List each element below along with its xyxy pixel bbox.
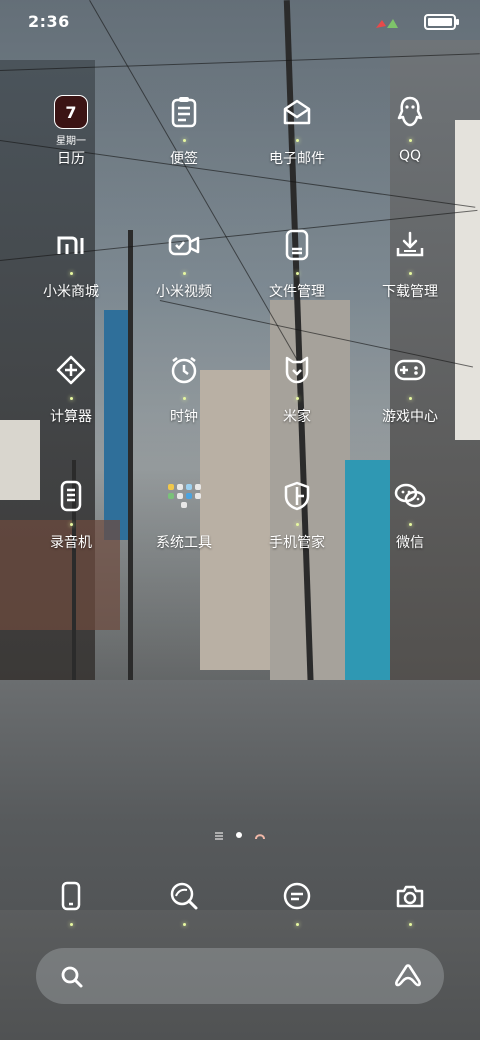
calculator-icon: [51, 350, 91, 400]
email-icon: [277, 92, 317, 142]
wechat-icon: [390, 476, 430, 526]
app-label: 录音机: [50, 535, 92, 551]
app-label: 文件管理: [269, 284, 325, 300]
mijia-icon: [277, 350, 317, 400]
status-bar: 2:36: [0, 0, 480, 40]
app-mi-store[interactable]: 小米商城: [16, 225, 126, 301]
app-wechat[interactable]: 微信: [355, 476, 465, 552]
app-label: 便签: [170, 151, 198, 167]
app-label: 电子邮件: [269, 151, 325, 167]
app-game-center[interactable]: 游戏中心: [355, 350, 465, 426]
mi-store-icon: [51, 225, 91, 275]
messages-icon: [277, 876, 317, 926]
calendar-date: 7: [54, 95, 88, 129]
search-icon[interactable]: [60, 965, 84, 989]
calendar-icon: 7 星期一: [51, 92, 91, 147]
app-security[interactable]: 手机管家: [242, 476, 352, 552]
mi-video-icon: [164, 225, 204, 275]
download-icon: [390, 225, 430, 275]
file-manager-icon: [277, 225, 317, 275]
app-label: 系统工具: [156, 535, 212, 551]
battery-icon: [424, 14, 459, 30]
app-label: 小米商城: [43, 284, 99, 300]
system-tools-icon: [167, 476, 201, 516]
app-label: 下载管理: [382, 284, 438, 300]
app-clock[interactable]: 时钟: [129, 350, 239, 426]
app-calculator[interactable]: 计算器: [16, 350, 126, 426]
dock-camera[interactable]: [355, 876, 465, 926]
app-file-manager[interactable]: 文件管理: [242, 225, 352, 301]
phone-icon: [51, 876, 91, 926]
clock-time: 2:36: [28, 12, 70, 31]
app-email[interactable]: 电子邮件: [242, 92, 352, 168]
browser-icon: [164, 876, 204, 926]
app-label: 米家: [283, 409, 311, 425]
recorder-icon: [51, 476, 91, 526]
calendar-weekday: 星期一: [56, 136, 86, 147]
app-label: 手机管家: [269, 535, 325, 551]
app-label: 日历: [57, 151, 85, 167]
qq-icon: [390, 92, 430, 142]
app-download-manager[interactable]: 下载管理: [355, 225, 465, 301]
assistant-icon[interactable]: [394, 963, 422, 989]
search-bar[interactable]: [36, 948, 444, 1004]
page-indicator: [0, 824, 480, 844]
notes-icon: [164, 92, 204, 142]
app-label: QQ: [398, 148, 422, 164]
app-label: 小米视频: [156, 284, 212, 300]
app-mijia[interactable]: 米家: [242, 350, 352, 426]
app-drawer-icon[interactable]: [214, 825, 223, 844]
app-mi-video[interactable]: 小米视频: [129, 225, 239, 301]
security-icon: [277, 476, 317, 526]
app-label: 计算器: [50, 409, 92, 425]
game-center-icon: [390, 350, 430, 400]
camera-icon: [390, 876, 430, 926]
page-dot-active[interactable]: [236, 831, 242, 838]
app-recorder[interactable]: 录音机: [16, 476, 126, 552]
page-dot[interactable]: [255, 825, 266, 844]
signal-icon: [376, 19, 398, 28]
dock-browser[interactable]: [129, 876, 239, 926]
app-label: 微信: [396, 535, 424, 551]
clock-icon: [164, 350, 204, 400]
app-label: 游戏中心: [382, 409, 438, 425]
app-notes[interactable]: 便签: [129, 92, 239, 168]
app-label: 时钟: [170, 409, 198, 425]
app-qq[interactable]: QQ: [355, 92, 465, 164]
app-system-tools[interactable]: 系统工具: [129, 476, 239, 552]
dock-phone[interactable]: [16, 876, 126, 926]
app-calendar[interactable]: 7 星期一 日历: [16, 92, 126, 168]
dock-messages[interactable]: [242, 876, 352, 926]
